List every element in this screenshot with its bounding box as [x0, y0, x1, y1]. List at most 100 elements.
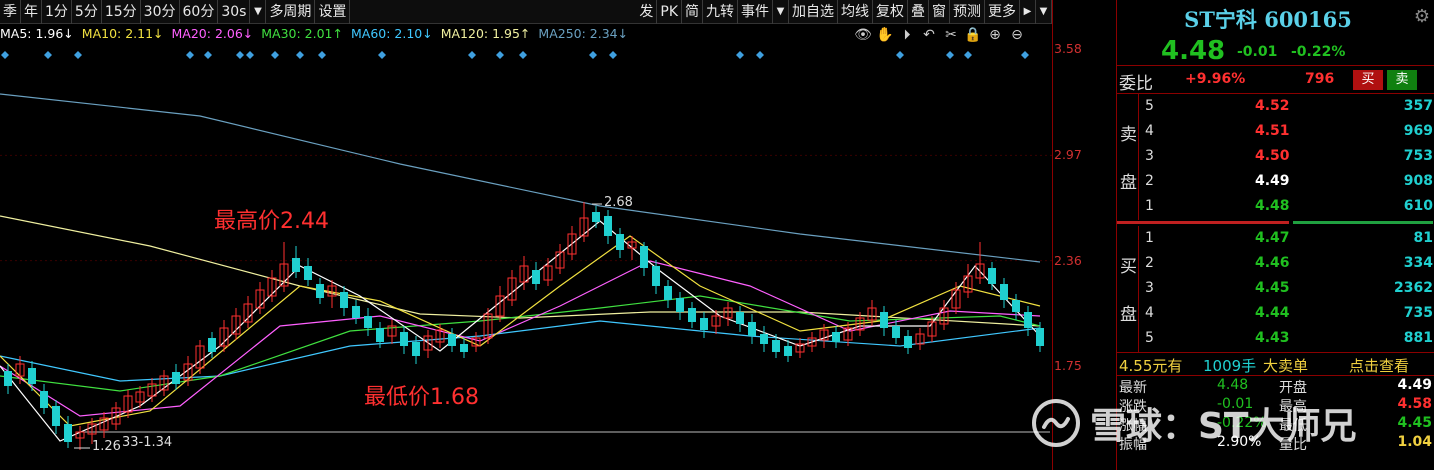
sell-button[interactable]: 卖: [1387, 70, 1417, 90]
bid-level-row[interactable]: 3 4.45 2362: [1143, 276, 1433, 301]
play-icon[interactable]: ⏵: [896, 27, 918, 43]
candle-body: [988, 268, 996, 284]
bid-side-char: 买: [1120, 257, 1137, 277]
candle-body: [316, 284, 324, 298]
watermark-text: 雪球：ST大师兄: [1090, 406, 1357, 447]
level-number: 5: [1145, 98, 1154, 114]
toolbar-button[interactable]: 事件: [738, 0, 773, 24]
event-marker-icon: [74, 51, 82, 59]
ask-level-row[interactable]: 2 4.49 908: [1143, 169, 1433, 194]
gear-icon[interactable]: ⚙: [1414, 6, 1430, 27]
toolbar-button[interactable]: 窗: [929, 0, 950, 24]
period-tab[interactable]: 60分: [180, 0, 219, 24]
candle-body: [304, 266, 312, 280]
event-marker-icon: [736, 51, 744, 59]
event-marker-icon: [519, 51, 527, 59]
stat-value: 4.58: [1397, 396, 1432, 412]
toolbar-button[interactable]: ▼: [773, 0, 789, 24]
stat-label: 最新: [1119, 380, 1147, 396]
toolbar-button[interactable]: 复权: [873, 0, 908, 24]
toolbar-button[interactable]: 发: [636, 0, 658, 24]
event-marker-icon: [468, 51, 476, 59]
toolbar-button[interactable]: 均线: [838, 0, 873, 24]
candle-body: [376, 328, 384, 342]
level-price: 4.44: [1255, 305, 1290, 321]
commission-ratio-value: +9.96%: [1185, 71, 1246, 87]
bid-level-row[interactable]: 1 4.47 81: [1143, 226, 1433, 251]
period-toolbar: 季年 1分 5分 15分 30分 60分 30s ▼ 多周期 设置 发 PK 简九转 事件 ▼ 加自选 均线复…: [0, 0, 1052, 24]
undo-icon[interactable]: ↶: [918, 27, 940, 43]
bid-level-row[interactable]: 2 4.46 334: [1143, 251, 1433, 276]
period-tab[interactable]: 季: [0, 0, 21, 24]
stock-title[interactable]: ST宁科 600165: [1117, 4, 1419, 34]
commission-ratio-row: 委比 +9.96% 796 买 卖: [1117, 66, 1434, 94]
hand-icon[interactable]: ✋: [874, 27, 896, 43]
level-number: 3: [1145, 280, 1154, 296]
kline-chart[interactable]: 最高价2.44 最低价1.68 2.68 1.26 33-1.34: [0, 46, 1052, 470]
scissors-icon[interactable]: ✂: [940, 27, 962, 43]
toolbar-button[interactable]: 简: [682, 0, 703, 24]
candle-body: [784, 346, 792, 356]
commission-diff: 796: [1305, 71, 1335, 87]
stat-row: 最新 4.48 开盘 4.49: [1117, 376, 1434, 396]
ma-legend-item: MA5: 1.96↓: [0, 26, 74, 41]
toolbar-button[interactable]: 叠: [908, 0, 929, 24]
candle-body: [460, 344, 468, 352]
period-tab[interactable]: 多周期: [266, 0, 316, 24]
big-order-price: 4.55元有: [1119, 357, 1183, 375]
buy-button[interactable]: 买: [1353, 70, 1383, 90]
period-tab[interactable]: 30s: [218, 0, 251, 24]
bid-level-row[interactable]: 5 4.43 881: [1143, 326, 1433, 351]
big-order-row[interactable]: 4.55元有 1009手 大卖单 点击查看: [1117, 352, 1434, 376]
level-price: 4.49: [1255, 173, 1290, 189]
candle-body: [640, 246, 648, 268]
level-volume: 610: [1403, 198, 1433, 214]
level-number: 5: [1145, 330, 1154, 346]
lock-icon[interactable]: 🔒: [962, 27, 984, 43]
period-tab[interactable]: 15分: [102, 0, 141, 24]
event-marker-icon: [246, 51, 254, 59]
big-order-volume: 1009手: [1203, 357, 1257, 375]
period-tab[interactable]: 5分: [72, 0, 102, 24]
toolbar-button[interactable]: 九转: [703, 0, 738, 24]
candle-body: [700, 318, 708, 330]
period-tab[interactable]: 年: [21, 0, 42, 24]
eye-icon[interactable]: 👁: [852, 27, 874, 43]
quote-header: ST宁科 600165 ⚙ 4.48 -0.01 -0.22%: [1117, 0, 1434, 66]
ask-level-row[interactable]: 5 4.52 357: [1143, 94, 1433, 119]
event-marker-icon: [589, 51, 597, 59]
period-tab[interactable]: ▼: [250, 0, 267, 24]
ask-level-row[interactable]: 3 4.50 753: [1143, 144, 1433, 169]
level-volume: 735: [1403, 305, 1433, 321]
ask-level-row[interactable]: 4 4.51 969: [1143, 119, 1433, 144]
bid-level-row[interactable]: 4 4.44 735: [1143, 301, 1433, 326]
toolbar-button[interactable]: 加自选: [789, 0, 838, 24]
toolbar-button[interactable]: 更多: [985, 0, 1020, 24]
candle-body: [208, 338, 216, 352]
level-price: 4.52: [1255, 98, 1290, 114]
view-detail-link[interactable]: 点击查看: [1349, 355, 1409, 376]
zoom-in-icon[interactable]: ⊕: [984, 27, 1006, 43]
level-number: 4: [1145, 123, 1154, 139]
toolbar-button[interactable]: PK: [657, 0, 682, 24]
candle-body: [904, 336, 912, 348]
bid-side-label: 买 盘: [1117, 226, 1139, 352]
toolbar-button[interactable]: ▶: [1020, 0, 1036, 24]
toolbar-button[interactable]: ▼: [1036, 0, 1052, 24]
candle-body: [1024, 312, 1032, 328]
event-marker-icon: [271, 51, 279, 59]
candle-body: [892, 326, 900, 338]
toolbar-button[interactable]: 预测: [950, 0, 985, 24]
event-marker-icon: [496, 51, 504, 59]
ma-legend-item: MA10: 2.11↓: [81, 26, 164, 41]
ask-level-row[interactable]: 1 4.48 610: [1143, 194, 1433, 219]
level-volume: 2362: [1394, 280, 1433, 296]
period-tab[interactable]: 30分: [141, 0, 180, 24]
event-marker-icon: [1021, 51, 1029, 59]
candle-body: [292, 258, 300, 272]
period-tab[interactable]: 1分: [42, 0, 72, 24]
level-volume: 753: [1403, 148, 1433, 164]
zoom-out-icon[interactable]: ⊖: [1006, 27, 1028, 43]
period-tab[interactable]: 设置: [315, 0, 351, 24]
level-number: 4: [1145, 305, 1154, 321]
